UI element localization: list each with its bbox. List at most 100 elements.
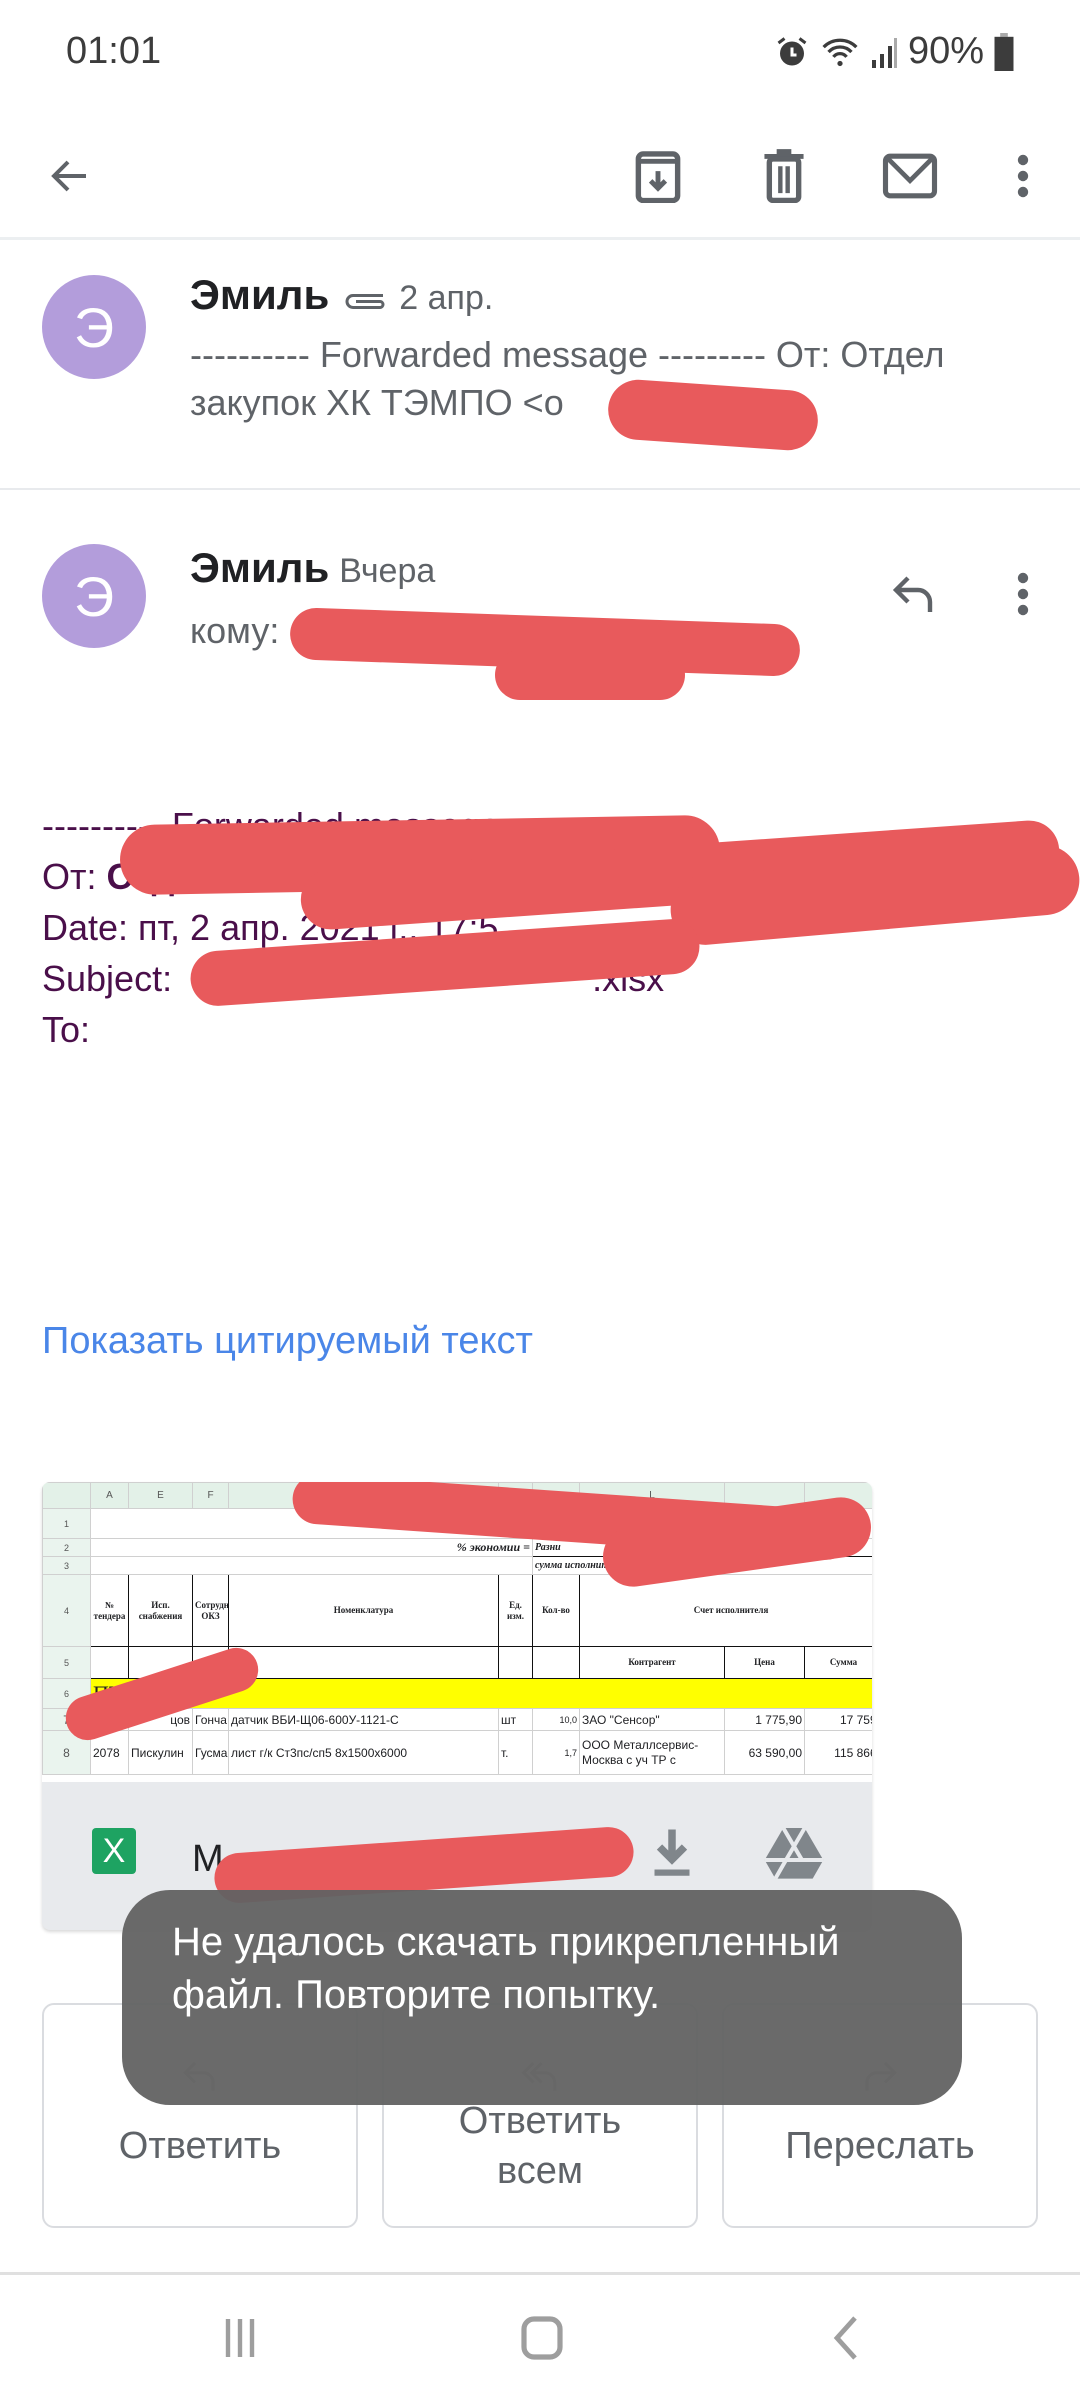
snippet-text: ---------- Forwarded message --------- О… bbox=[190, 334, 945, 423]
archive-icon bbox=[635, 151, 681, 203]
cell-item: датчик ВБИ-Щ06-600У-1121-С bbox=[228, 1708, 499, 1731]
mark-unread-icon bbox=[882, 153, 938, 199]
home-icon bbox=[521, 2316, 563, 2360]
sheet-header-row: 4 № тендера Исп. снабжения Сотрудник ОКЗ… bbox=[42, 1574, 872, 1647]
forwarded-to: To: bbox=[42, 1009, 91, 1050]
header-cell: Контрагент bbox=[579, 1646, 725, 1679]
header-cell: № тендера bbox=[90, 1574, 129, 1647]
cell-contractor: ЗАО "Сенсор" bbox=[579, 1708, 725, 1731]
empty-cell bbox=[90, 1646, 129, 1679]
avatar: Э bbox=[42, 275, 146, 379]
show-quoted-text-link[interactable]: Показать цитируемый текст bbox=[42, 1320, 533, 1363]
cell-employee: Гонча bbox=[192, 1708, 229, 1731]
cell-qty: 10,0 bbox=[532, 1708, 580, 1731]
corner-cell bbox=[42, 1482, 91, 1509]
top-app-bar bbox=[0, 110, 1080, 240]
redaction-mark bbox=[495, 650, 685, 700]
header-cell: Исп. снабжения bbox=[128, 1574, 193, 1647]
formula-label: % экономии = bbox=[90, 1538, 533, 1557]
empty-cell bbox=[228, 1646, 499, 1679]
sender-name: Эмиль bbox=[190, 271, 330, 318]
delete-icon bbox=[764, 149, 804, 203]
row-number: 4 bbox=[42, 1574, 91, 1647]
wifi-icon bbox=[820, 34, 860, 70]
row-number: 3 bbox=[42, 1556, 91, 1575]
avatar: Э bbox=[42, 544, 146, 648]
header-cell: Ед. изм. bbox=[498, 1574, 533, 1647]
archive-button[interactable] bbox=[620, 138, 696, 214]
back-button[interactable] bbox=[32, 138, 108, 214]
header-cell: Цена bbox=[724, 1646, 805, 1679]
row-number: 1 bbox=[42, 1508, 91, 1539]
more-vert-icon bbox=[1017, 154, 1029, 198]
cell-price: 1 775,90 bbox=[724, 1708, 805, 1731]
cell-item: лист г/к Ст3пс/сп5 8х1500х6000 bbox=[228, 1730, 499, 1775]
header-cell: Номенклатура bbox=[228, 1574, 499, 1647]
back-icon bbox=[833, 2316, 857, 2360]
cell-price: 63 590,00 bbox=[724, 1730, 805, 1775]
battery-icon bbox=[994, 32, 1014, 71]
signal-icon bbox=[870, 34, 898, 70]
row-number: 2 bbox=[42, 1538, 91, 1557]
reply-icon bbox=[892, 576, 933, 612]
back-nav-button[interactable] bbox=[815, 2313, 875, 2363]
reply-label: Ответить bbox=[118, 2124, 282, 2167]
drive-icon bbox=[764, 1826, 824, 1880]
system-nav-bar bbox=[0, 2272, 1080, 2400]
from-label: От: bbox=[42, 856, 97, 897]
battery-percent: 90% bbox=[907, 30, 984, 72]
reply-all-label: Ответить всем bbox=[458, 2099, 622, 2192]
recents-icon bbox=[225, 2319, 255, 2357]
cell-employee: Гусма bbox=[192, 1730, 229, 1775]
cell-qty: 1,7 bbox=[532, 1730, 580, 1775]
message-date: 2 апр. bbox=[399, 279, 494, 317]
sender-line: Эмиль Вчера bbox=[190, 544, 435, 592]
attachment-clip-icon bbox=[341, 274, 389, 322]
col-header: F bbox=[192, 1482, 229, 1509]
alarm-icon bbox=[774, 34, 810, 70]
sender-name: Эмиль bbox=[190, 544, 330, 591]
error-toast: Не удалось скачать прикрепленный файл. П… bbox=[122, 1890, 962, 2105]
arrow-left-icon bbox=[51, 160, 86, 192]
download-icon bbox=[654, 1829, 690, 1876]
message-more-button[interactable] bbox=[985, 556, 1061, 632]
message-snippet: ---------- Forwarded message --------- О… bbox=[190, 331, 990, 427]
attachment-card[interactable]: A E F I J K L 1 2% экономии =Разни 3сумм… bbox=[42, 1482, 872, 1930]
to-label: кому: bbox=[190, 610, 280, 651]
empty-cell bbox=[532, 1646, 580, 1679]
more-vert-icon bbox=[1017, 572, 1029, 616]
empty-cell bbox=[498, 1646, 533, 1679]
spreadsheet-preview: A E F I J K L 1 2% экономии =Разни 3сумм… bbox=[42, 1482, 872, 1782]
message-date: Вчера bbox=[339, 552, 436, 590]
excel-file-icon: X bbox=[92, 1828, 136, 1874]
sender-line: Эмиль 2 апр. bbox=[190, 271, 493, 322]
more-options-button[interactable] bbox=[985, 138, 1061, 214]
header-cell: Сотрудник ОКЗ bbox=[192, 1574, 229, 1647]
save-to-drive-button[interactable] bbox=[762, 1822, 826, 1887]
cell-unit: т. bbox=[498, 1730, 533, 1775]
header-cell: Сумма bbox=[804, 1646, 872, 1679]
collapsed-message[interactable]: Э Эмиль 2 апр. ---------- Forwarded messa… bbox=[0, 243, 1080, 490]
reply-button[interactable] bbox=[876, 556, 952, 632]
row-number: 5 bbox=[42, 1646, 91, 1679]
forward-label: Переслать bbox=[785, 2124, 975, 2167]
subject-label: Subject: bbox=[42, 958, 173, 999]
expanded-message-header: Э ЭмильВчера кому: Алсу, Азалия bbox=[0, 500, 1080, 700]
status-time: 01:01 bbox=[66, 30, 162, 72]
delete-button[interactable] bbox=[746, 138, 822, 214]
download-button[interactable] bbox=[642, 1822, 702, 1887]
cell-supplier: Пискулин bbox=[128, 1730, 193, 1775]
empty-cell bbox=[90, 1556, 533, 1575]
col-header: A bbox=[90, 1482, 129, 1509]
recents-button[interactable] bbox=[210, 2313, 270, 2363]
status-bar: 01:01 90% bbox=[0, 0, 1080, 110]
table-row: 8 2078 Пискулин Гусма лист г/к Ст3пс/сп5… bbox=[42, 1730, 872, 1775]
cell-contractor: ООО Металлсервис-Москва с уч ТР с bbox=[579, 1730, 725, 1775]
cell-sum: 115 866, bbox=[804, 1730, 872, 1775]
home-button[interactable] bbox=[512, 2313, 572, 2363]
mark-unread-button[interactable] bbox=[872, 138, 948, 214]
cell-sum: 17 759, bbox=[804, 1708, 872, 1731]
status-icons: 90% bbox=[774, 30, 1014, 73]
header-cell: Кол-во bbox=[532, 1574, 580, 1647]
cell-unit: шт bbox=[498, 1708, 533, 1731]
